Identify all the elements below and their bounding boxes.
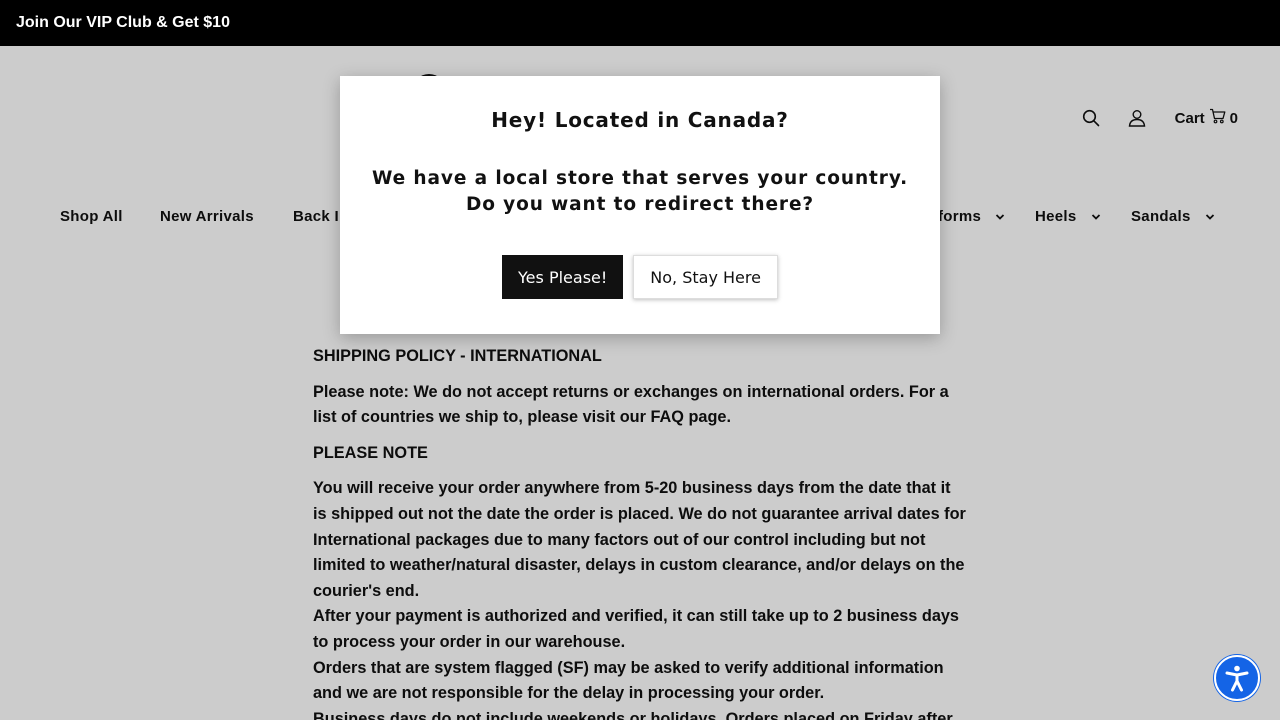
announcement-text[interactable]: Join Our VIP Club & Get $10 <box>16 14 230 32</box>
announcement-bar[interactable]: Join Our VIP Club & Get $10 <box>0 0 1280 46</box>
modal-message-line: We have a local store that serves your c… <box>371 168 909 189</box>
accessibility-button[interactable] <box>1214 655 1260 701</box>
accessibility-icon <box>1225 665 1249 692</box>
stay-here-button[interactable]: No, Stay Here <box>633 255 778 299</box>
modal-title: Hey! Located in Canada? <box>491 108 789 132</box>
geo-redirect-modal: Hey! Located in Canada? We have a local … <box>340 76 940 334</box>
redirect-yes-button[interactable]: Yes Please! <box>502 255 624 299</box>
modal-message-line: Do you want to redirect there? <box>465 194 815 215</box>
modal-actions: Yes Please! No, Stay Here <box>340 255 940 299</box>
modal-message: We have a local store that serves your c… <box>340 166 940 218</box>
